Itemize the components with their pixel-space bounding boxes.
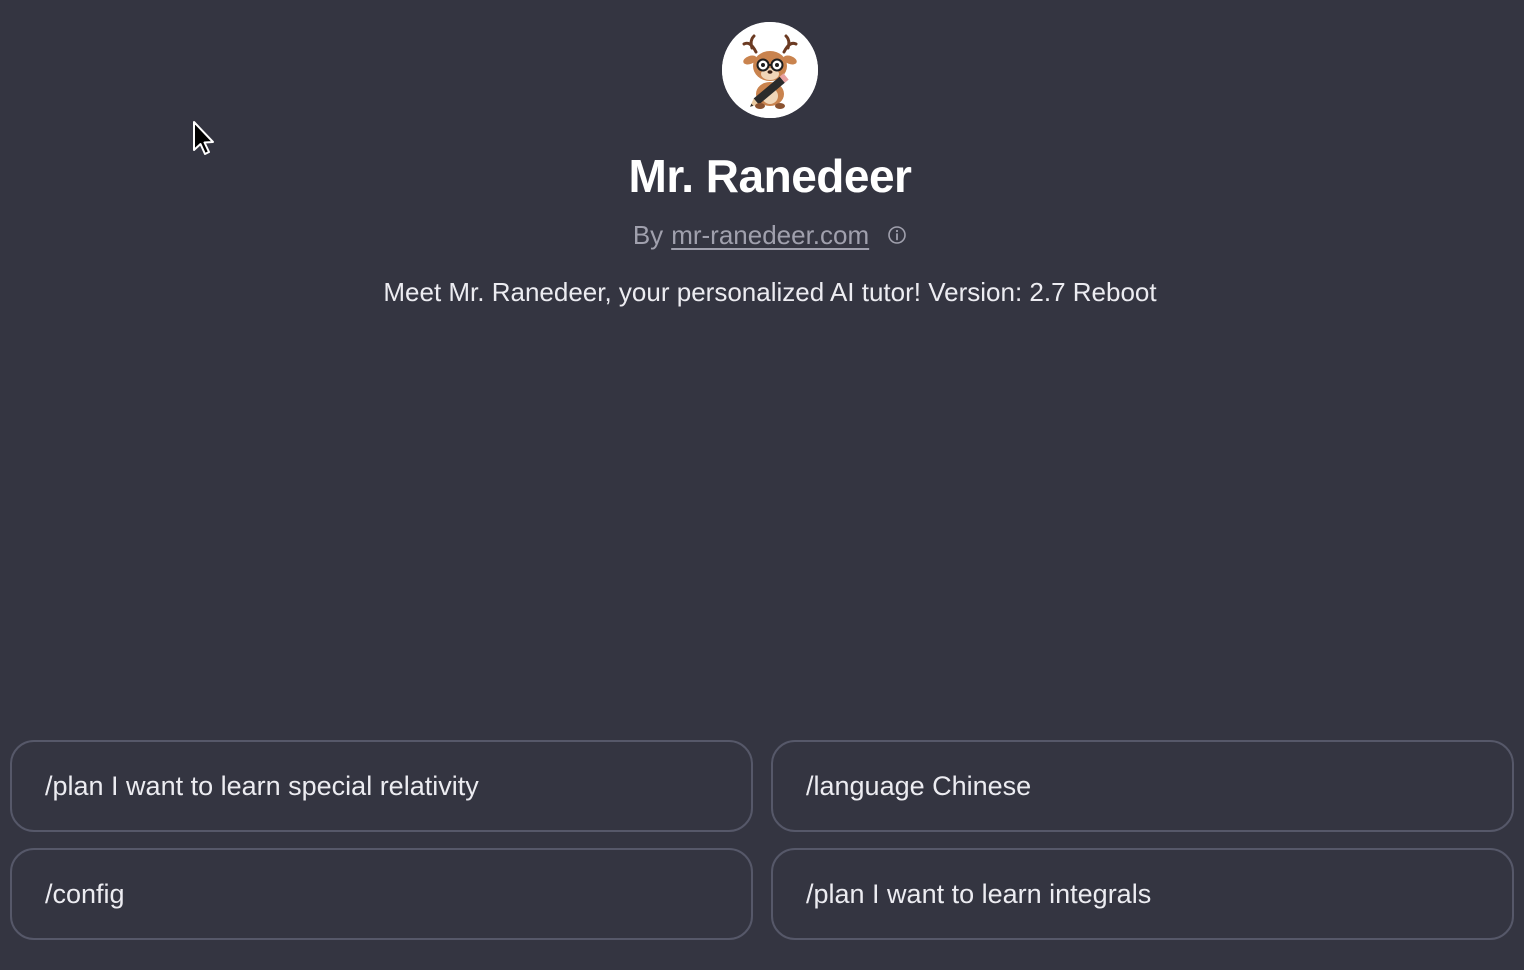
starter-button[interactable]: /language Chinese <box>771 740 1514 832</box>
gpt-header: Mr. Ranedeer By mr-ranedeer.com Meet Mr.… <box>0 0 1524 309</box>
byline: By mr-ranedeer.com <box>633 219 907 251</box>
starter-button[interactable]: /config <box>10 848 753 940</box>
gpt-title: Mr. Ranedeer <box>628 150 912 202</box>
byline-prefix: By <box>632 220 664 250</box>
starter-button[interactable]: /plan I want to learn special relativity <box>10 740 753 832</box>
avatar <box>722 22 818 118</box>
info-icon[interactable] <box>887 225 907 245</box>
gpt-description: Meet Mr. Ranedeer, your personalized AI … <box>383 277 1157 307</box>
author-link[interactable]: mr-ranedeer.com <box>671 219 869 251</box>
conversation-starters: /plan I want to learn special relativity… <box>10 740 1514 940</box>
starter-button[interactable]: /plan I want to learn integrals <box>771 848 1514 940</box>
deer-avatar-icon <box>722 22 818 118</box>
